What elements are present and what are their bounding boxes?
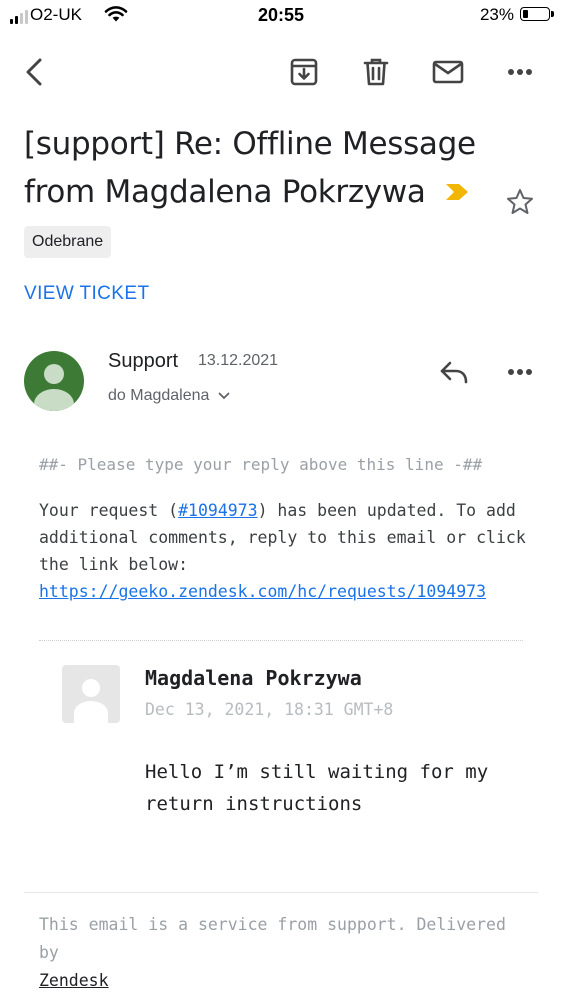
clock: 20:55 [257,5,305,25]
sender-avatar[interactable] [24,351,84,411]
dotted-divider [39,640,523,641]
star-button[interactable] [502,184,538,220]
sender-name: Support [108,350,179,372]
zendesk-link[interactable]: Zendesk [39,971,109,990]
back-button[interactable] [14,52,54,92]
view-ticket-link[interactable]: VIEW TICKET [24,283,149,305]
reply-icon [440,361,468,384]
inbox-label-chip[interactable]: Odebrane [24,226,112,258]
more-options-button[interactable] [500,52,540,92]
footer-text: This email is a service from support. De… [39,915,506,962]
comment-author: Magdalena Pokrzywa [145,666,362,690]
delete-button[interactable] [356,52,396,92]
chevron-left-icon [26,58,42,86]
status-bar: O2-UK 20:55 23% [0,0,562,32]
archive-icon [290,58,318,86]
reply-separator-text: ##- Please type your reply above this li… [39,455,483,474]
email-body-text: Your request (#1094973) has been updated… [39,497,529,605]
battery-percent: 23% [479,5,514,24]
chevron-down-icon [218,392,230,400]
subject-line-2-text: from Magdalena Pokrzywa [24,174,426,210]
comment-text: Hello I’m still waiting for my return in… [145,761,489,815]
footer-divider [24,892,538,893]
comment-timestamp: Dec 13, 2021, 18:31 GMT+8 [145,700,394,719]
request-url-link[interactable]: https://geeko.zendesk.com/hc/requests/10… [39,582,486,601]
email-subject: [support] Re: Offline Message from Magda… [24,120,484,216]
more-horizontal-icon [508,369,532,375]
mail-icon [432,60,464,84]
email-footer: This email is a service from support. De… [39,911,529,995]
reply-button[interactable] [434,352,474,392]
message-more-button[interactable] [500,352,540,392]
recipient-details-toggle[interactable]: do Magdalena [108,387,230,405]
recipient-label: do Magdalena [108,387,210,404]
body-prefix: Your request ( [39,501,179,520]
subject-line-1: [support] Re: Offline Message [24,126,476,162]
subject-line-2: from Magdalena Pokrzywa [24,168,484,216]
battery-icon [520,7,554,21]
comment-avatar [62,665,120,723]
star-icon [507,189,533,214]
trash-icon [363,58,389,86]
request-number-link[interactable]: #1094973 [178,501,257,520]
more-horizontal-icon [508,69,532,75]
importance-marker-icon[interactable] [444,183,470,201]
sender-date: 13.12.2021 [198,352,279,369]
archive-button[interactable] [284,52,324,92]
mark-unread-button[interactable] [428,52,468,92]
